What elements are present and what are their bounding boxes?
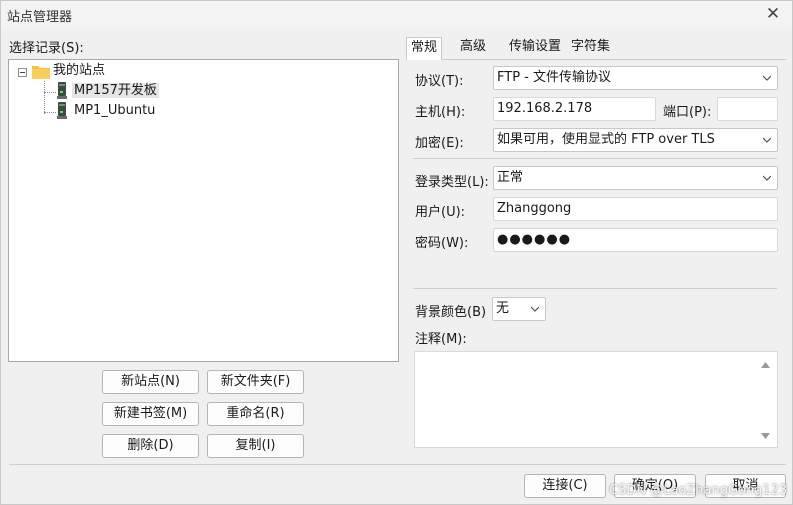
folder-icon	[32, 66, 50, 79]
encryption-select[interactable]: 如果可用，使用显式的 FTP over TLS	[493, 128, 778, 152]
tree-label: 选择记录(S):	[9, 41, 84, 56]
delete-button[interactable]: 删除(D)	[102, 434, 199, 458]
chevron-down-icon	[763, 175, 771, 181]
tab-charset[interactable]: 字符集	[567, 37, 615, 59]
rename-button[interactable]: 重命名(R)	[207, 402, 304, 426]
tab-transfer-settings[interactable]: 传输设置	[505, 37, 566, 59]
chevron-down-icon	[531, 306, 539, 312]
tab-general[interactable]: 常规	[406, 37, 443, 60]
notes-textarea[interactable]	[414, 351, 778, 448]
protocol-select[interactable]: FTP - 文件传输协议	[493, 66, 778, 90]
logon-type-select[interactable]: 正常	[493, 166, 778, 190]
protocol-value: FTP - 文件传输协议	[497, 70, 611, 85]
title-bar: 站点管理器 ✕	[1, 1, 792, 29]
bg-color-select[interactable]: 无	[492, 297, 546, 321]
tab-advanced[interactable]: 高级	[456, 37, 491, 59]
tree-item-label: MP1_Ubuntu	[74, 103, 156, 118]
tree-item[interactable]: MP1_Ubuntu	[74, 101, 155, 121]
new-folder-button[interactable]: 新文件夹(F)	[207, 370, 304, 394]
chevron-down-icon	[763, 75, 771, 81]
watermark: CSDN @LaoZhangGong123	[609, 483, 788, 498]
scroll-down-icon[interactable]	[761, 433, 770, 439]
port-label: 端口(P):	[663, 105, 712, 120]
logon-type-label: 登录类型(L):	[415, 175, 489, 190]
connect-button[interactable]: 连接(C)	[524, 474, 606, 498]
new-bookmark-button[interactable]: 新建书签(M)	[102, 402, 199, 426]
site-tree[interactable]: 我的站点 MP157开发板 MP1_Ubuntu	[8, 59, 399, 362]
user-input[interactable]: Zhanggong	[493, 197, 778, 221]
tree-connector	[44, 92, 56, 93]
password-input[interactable]: ●●●●●●	[493, 228, 778, 252]
bg-color-label: 背景颜色(B)	[415, 305, 487, 320]
server-icon	[57, 82, 67, 99]
collapse-icon[interactable]	[18, 68, 27, 77]
divider	[9, 464, 786, 465]
divider	[413, 158, 777, 159]
new-site-button[interactable]: 新站点(N)	[102, 370, 199, 394]
tree-item[interactable]: MP157开发板	[72, 81, 159, 101]
server-icon	[57, 102, 67, 119]
tree-root[interactable]: 我的站点	[53, 61, 105, 81]
scroll-up-icon[interactable]	[761, 362, 770, 368]
port-input[interactable]	[717, 97, 778, 121]
encryption-label: 加密(E):	[415, 136, 464, 151]
tree-item-label: MP157开发板	[72, 83, 159, 98]
host-label: 主机(H):	[415, 105, 466, 120]
tree-connector	[44, 112, 56, 113]
copy-button[interactable]: 复制(I)	[207, 434, 304, 458]
divider	[413, 288, 777, 289]
host-input[interactable]: 192.168.2.178	[493, 97, 656, 121]
tree-connector	[44, 81, 45, 114]
site-manager-window: 站点管理器 ✕ 选择记录(S): 我的站点 MP157开发板 MP1_Ubunt…	[0, 0, 793, 505]
protocol-label: 协议(T):	[415, 74, 464, 89]
password-label: 密码(W):	[415, 236, 469, 251]
bg-color-value: 无	[496, 301, 510, 316]
encryption-value: 如果可用，使用显式的 FTP over TLS	[497, 132, 715, 147]
chevron-down-icon	[763, 137, 771, 143]
tree-root-label: 我的站点	[53, 63, 106, 78]
logon-type-value: 正常	[497, 170, 524, 185]
close-icon[interactable]: ✕	[762, 5, 784, 25]
user-label: 用户(U):	[415, 205, 466, 220]
window-title: 站点管理器	[7, 10, 73, 25]
notes-label: 注释(M):	[415, 332, 467, 347]
